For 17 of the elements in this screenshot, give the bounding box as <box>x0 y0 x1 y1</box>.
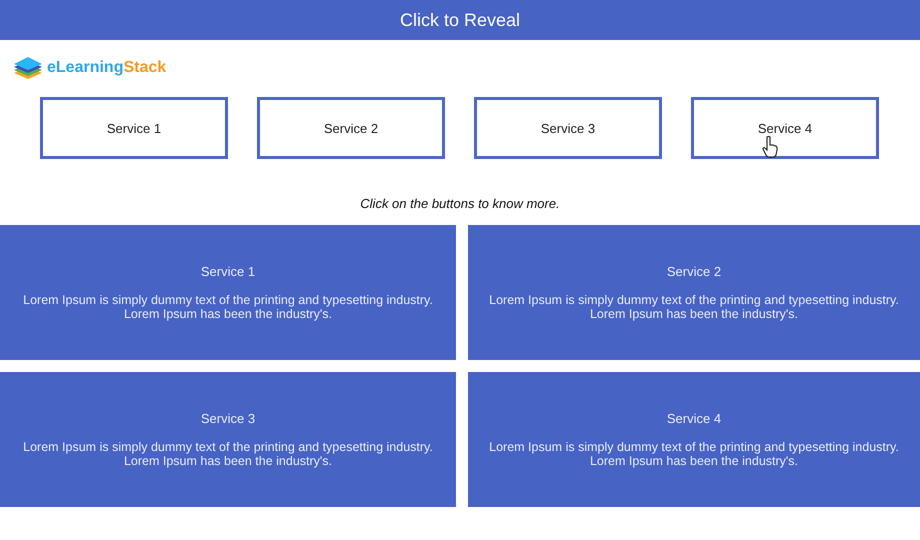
page-title: Click to Reveal <box>400 10 520 30</box>
card-title: Service 2 <box>666 264 722 279</box>
service-button[interactable]: Service 3 <box>474 97 662 159</box>
service-button[interactable]: Service 2 <box>257 97 445 159</box>
service-button[interactable]: Service 4 <box>691 97 879 159</box>
logo-text: eLearning <box>47 59 124 77</box>
book-stack-icon <box>12 55 44 81</box>
service-button[interactable]: Service 1 <box>40 97 228 159</box>
card-title: Service 1 <box>200 264 256 279</box>
instruction-text: Click on the buttons to know more. <box>359 196 561 211</box>
card-description: Lorem Ipsum is simply dummy text of the printing and typesetting industry. Lorem Ipsum has been the industry's. <box>488 293 900 321</box>
card-description: Lorem Ipsum is simply dummy text of the printing and typesetting industry. Lorem Ipsum has been the industry's. <box>488 440 900 468</box>
logo-text: Stack <box>123 59 166 77</box>
card-title: Service 4 <box>666 411 722 426</box>
card-description: Lorem Ipsum is simply dummy text of the printing and typesetting industry. Lorem Ipsum has been the industry's. <box>22 293 434 321</box>
card-description: Lorem Ipsum is simply dummy text of the printing and typesetting industry. Lorem Ipsum has been the industry's. <box>22 440 434 468</box>
card-title: Service 3 <box>200 411 256 426</box>
